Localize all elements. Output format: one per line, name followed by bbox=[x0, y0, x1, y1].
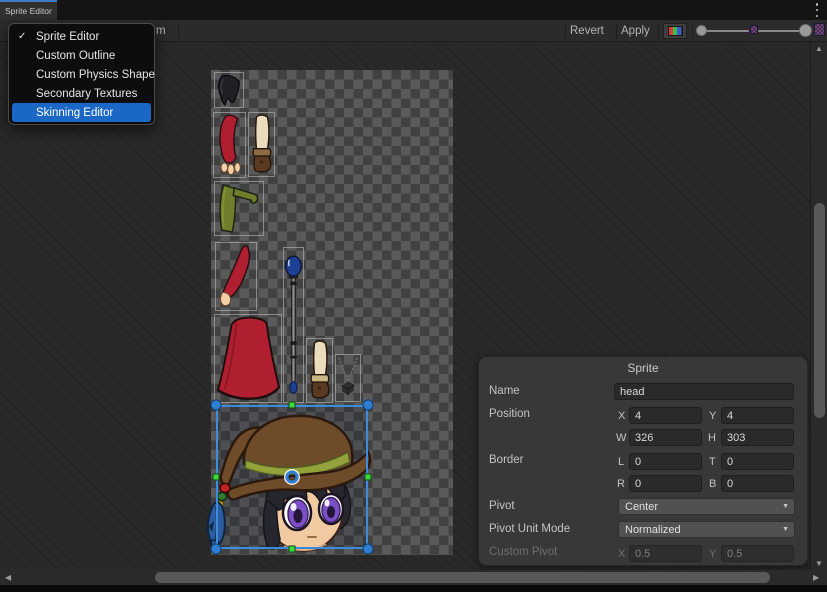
window-menu-icon[interactable] bbox=[815, 3, 819, 17]
horizontal-scrollbar-thumb[interactable] bbox=[155, 572, 770, 583]
menu-item-secondary-textures[interactable]: Secondary Textures bbox=[9, 84, 154, 103]
rgb-alpha-toggle-button[interactable] bbox=[663, 23, 687, 39]
menu-item-label: Skinning Editor bbox=[36, 107, 113, 119]
custom-pivot-x-label: X bbox=[618, 548, 625, 560]
position-x-input[interactable] bbox=[629, 407, 702, 424]
tab-title: Sprite Editor bbox=[5, 6, 52, 16]
mip-slider-thumb[interactable] bbox=[799, 24, 812, 37]
menu-item-sprite-editor[interactable]: ✓ Sprite Editor bbox=[9, 27, 154, 46]
sprite-hair-tuft[interactable] bbox=[214, 72, 244, 108]
pivot-label: Pivot bbox=[489, 500, 515, 512]
scroll-up-icon[interactable]: ▲ bbox=[815, 45, 823, 53]
sprite-inspector-panel: Sprite Name Position X Y W H Border L T … bbox=[478, 356, 808, 566]
position-w-input[interactable] bbox=[629, 429, 702, 446]
horizontal-scrollbar[interactable]: ◀ ▶ bbox=[0, 570, 827, 585]
sprite-amulet[interactable] bbox=[335, 354, 361, 402]
selection-handle-bottom-right[interactable] bbox=[363, 544, 374, 555]
sprite-staff[interactable] bbox=[283, 247, 304, 403]
trim-button-partial[interactable]: m bbox=[156, 20, 166, 42]
menu-item-label: Custom Physics Shape bbox=[36, 69, 155, 81]
name-input[interactable] bbox=[614, 383, 794, 400]
check-icon: ✓ bbox=[18, 31, 26, 42]
border-b-input[interactable] bbox=[721, 475, 794, 492]
sprite-editor-mode-menu: ✓ Sprite Editor Custom Outline Custom Ph… bbox=[8, 23, 155, 125]
position-label: Position bbox=[489, 408, 530, 420]
border-t-input[interactable] bbox=[721, 453, 794, 470]
selection-handle-top-left[interactable] bbox=[211, 400, 222, 411]
position-y-input[interactable] bbox=[721, 407, 794, 424]
sprite-editor-window: Sprite Editor m Revert Apply bbox=[0, 0, 827, 592]
position-h-label: H bbox=[708, 432, 716, 444]
selection-handle-left[interactable] bbox=[213, 474, 220, 481]
menu-item-custom-physics-shape[interactable]: Custom Physics Shape bbox=[9, 65, 154, 84]
selection-handle-top[interactable] bbox=[289, 402, 296, 409]
border-l-label: L bbox=[618, 456, 624, 468]
chevron-down-icon: ▼ bbox=[782, 526, 789, 533]
sprite-scarf[interactable] bbox=[214, 181, 264, 236]
zoom-slider[interactable] bbox=[700, 30, 749, 32]
selection-handle-top-right[interactable] bbox=[363, 400, 374, 411]
selection-handle-right[interactable] bbox=[365, 474, 372, 481]
position-w-label: W bbox=[616, 432, 626, 444]
border-l-input[interactable] bbox=[629, 453, 702, 470]
border-r-input[interactable] bbox=[629, 475, 702, 492]
revert-button[interactable]: Revert bbox=[570, 20, 604, 42]
scroll-down-icon[interactable]: ▼ bbox=[815, 560, 823, 568]
toolbar-separator bbox=[565, 23, 566, 39]
mip-small-icon bbox=[750, 25, 758, 34]
position-y-label: Y bbox=[709, 410, 716, 422]
menu-item-label: Sprite Editor bbox=[36, 31, 99, 43]
title-bar: Sprite Editor bbox=[0, 0, 827, 20]
toolbar-separator bbox=[692, 23, 693, 39]
position-x-label: X bbox=[618, 410, 625, 422]
selection-handle-bottom-left[interactable] bbox=[211, 544, 222, 555]
pivot-dropdown[interactable]: Center ▼ bbox=[618, 498, 795, 515]
mip-large-icon bbox=[814, 23, 825, 36]
custom-pivot-label: Custom Pivot bbox=[489, 546, 557, 558]
menu-item-skinning-editor[interactable]: Skinning Editor bbox=[12, 103, 151, 122]
custom-pivot-x-input bbox=[629, 545, 702, 562]
border-b-label: B bbox=[709, 478, 716, 490]
rgb-icon bbox=[668, 26, 683, 36]
custom-pivot-y-input bbox=[721, 545, 794, 562]
custom-pivot-y-label: Y bbox=[709, 548, 716, 560]
scroll-right-icon[interactable]: ▶ bbox=[813, 574, 819, 582]
toolbar-separator bbox=[658, 23, 659, 39]
sprite-sleeve[interactable] bbox=[215, 242, 257, 311]
border-label: Border bbox=[489, 454, 524, 466]
tab-sprite-editor[interactable]: Sprite Editor bbox=[0, 0, 57, 20]
apply-button[interactable]: Apply bbox=[621, 20, 650, 42]
panel-title: Sprite bbox=[479, 361, 807, 375]
sprite-arm[interactable] bbox=[213, 112, 246, 178]
toolbar-separator bbox=[178, 23, 179, 39]
pivot-unit-mode-value: Normalized bbox=[625, 524, 681, 536]
scroll-left-icon[interactable]: ◀ bbox=[5, 574, 11, 582]
menu-item-label: Secondary Textures bbox=[36, 88, 137, 100]
pivot-handle[interactable] bbox=[286, 471, 299, 484]
status-strip bbox=[0, 585, 827, 592]
vertical-scrollbar-thumb[interactable] bbox=[814, 203, 825, 418]
name-label: Name bbox=[489, 385, 520, 397]
menu-item-label: Custom Outline bbox=[36, 50, 115, 62]
pivot-unit-mode-dropdown[interactable]: Normalized ▼ bbox=[618, 521, 795, 538]
zoom-slider-thumb[interactable] bbox=[696, 25, 707, 36]
pivot-value: Center bbox=[625, 501, 658, 513]
position-h-input[interactable] bbox=[721, 429, 794, 446]
toolbar-separator bbox=[616, 23, 617, 39]
border-t-label: T bbox=[709, 456, 716, 468]
selection-handle-bottom[interactable] bbox=[289, 546, 296, 553]
sprite-boot-2[interactable] bbox=[306, 338, 333, 403]
chevron-down-icon: ▼ bbox=[782, 503, 789, 510]
pivot-unit-mode-label: Pivot Unit Mode bbox=[489, 523, 570, 535]
vertical-scrollbar[interactable]: ▲ ▼ bbox=[810, 42, 827, 570]
sprite-skirt[interactable] bbox=[214, 314, 282, 403]
border-r-label: R bbox=[617, 478, 625, 490]
menu-item-custom-outline[interactable]: Custom Outline bbox=[9, 46, 154, 65]
sprite-boot-1[interactable] bbox=[248, 112, 275, 177]
